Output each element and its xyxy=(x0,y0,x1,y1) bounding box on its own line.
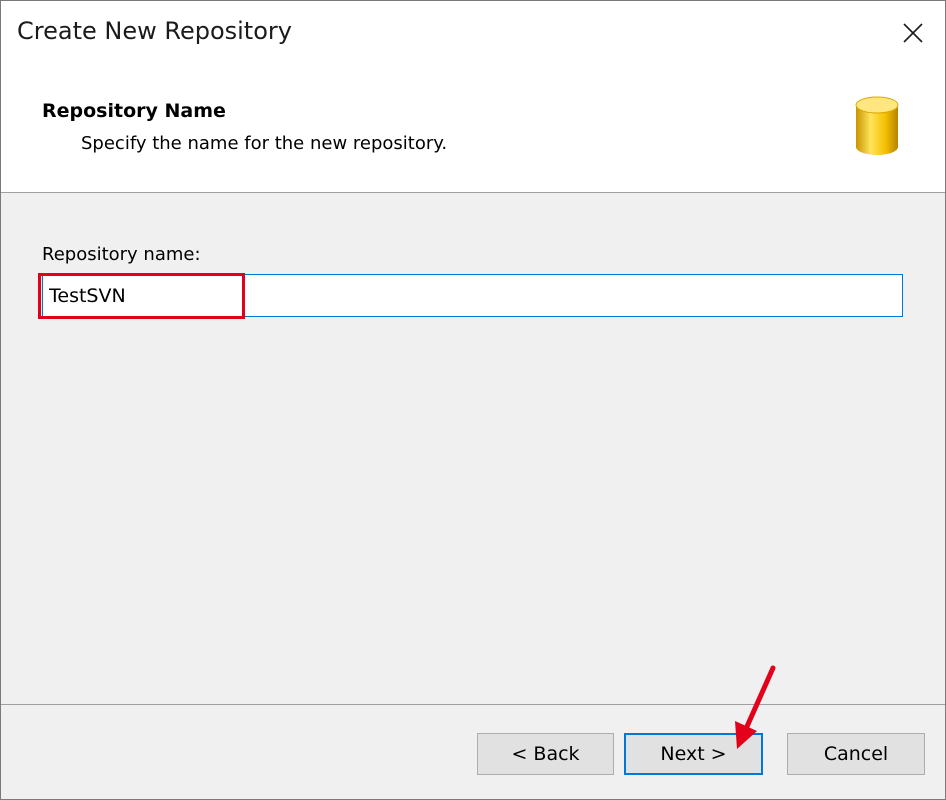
wizard-header: Repository Name Specify the name for the… xyxy=(1,65,945,193)
create-repository-dialog: Create New Repository Repository Name Sp… xyxy=(0,0,946,800)
page-subtitle: Specify the name for the new repository. xyxy=(81,133,448,154)
cancel-button[interactable]: Cancel xyxy=(787,733,925,775)
repository-name-input[interactable] xyxy=(42,274,903,317)
page-title: Repository Name xyxy=(42,100,226,122)
repository-name-label: Repository name: xyxy=(42,244,201,265)
window-title: Create New Repository xyxy=(17,17,292,45)
next-button[interactable]: Next > xyxy=(624,733,763,775)
footer-divider xyxy=(1,704,945,705)
close-icon xyxy=(903,23,923,43)
close-button[interactable] xyxy=(881,1,945,65)
back-button[interactable]: < Back xyxy=(477,733,614,775)
title-bar: Create New Repository xyxy=(1,1,945,65)
database-icon xyxy=(855,96,899,155)
